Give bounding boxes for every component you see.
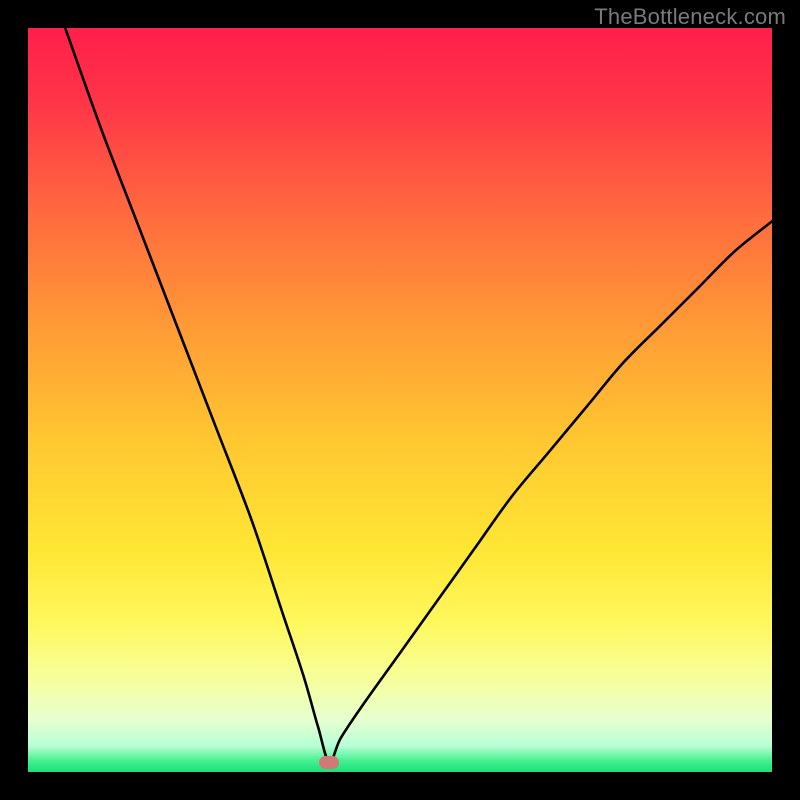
optimal-marker [319, 756, 339, 769]
chart-frame: TheBottleneck.com [0, 0, 800, 800]
watermark-text: TheBottleneck.com [594, 4, 786, 30]
plot-area [28, 28, 772, 772]
plot-svg [28, 28, 772, 772]
gradient-background [28, 28, 772, 772]
